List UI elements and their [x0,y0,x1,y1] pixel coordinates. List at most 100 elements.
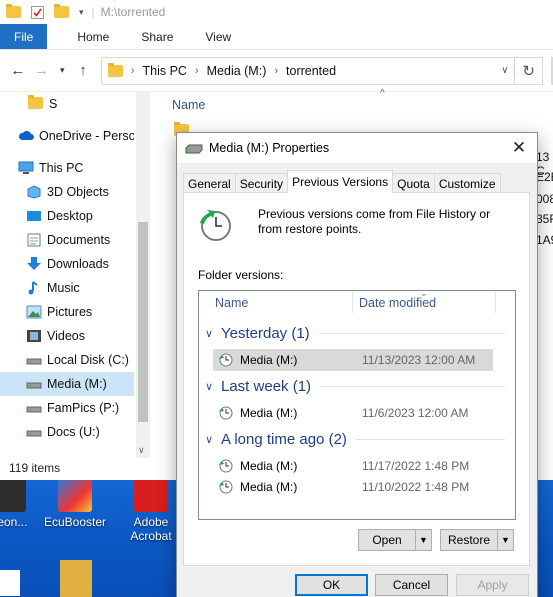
tab-general[interactable]: General [183,173,236,193]
dialog-title: Media (M:) Properties [209,141,330,155]
chevron-down-icon: ∨ [205,328,214,340]
ribbon-tabs: File Home Share View [0,24,553,50]
version-row[interactable]: Media (M:) 11/10/2022 1:48 PM [213,476,493,498]
apply-button[interactable]: Apply [456,574,529,596]
pictures-icon [26,305,42,319]
nav-item-videos[interactable]: Videos [0,324,134,348]
group-header-last-week[interactable]: ∨ Last week (1) [205,378,505,395]
chevron-down-icon: ∨ [205,434,214,446]
properties-dialog: Media (M:) Properties ✕ General Security… [176,132,538,597]
group-header-long-time-ago[interactable]: ∨ A long time ago (2) [205,431,505,448]
film-icon [26,329,42,343]
nav-item-onedrive[interactable]: OneDrive - Personal [0,124,134,148]
desktop-app-icon[interactable] [0,570,20,596]
group-header-yesterday[interactable]: ∨ Yesterday (1) [205,325,505,342]
previous-versions-panel: Previous versions come from File History… [183,192,530,566]
file-detail-text: 1A9 [536,233,553,247]
chevron-down-icon: ∨ [205,381,214,393]
nav-item-pictures[interactable]: Pictures [0,300,134,324]
nav-item-music[interactable]: Music [0,276,134,300]
address-dropdown-icon[interactable]: ∨ [496,65,515,76]
nav-item-local-disk-c[interactable]: Local Disk (C:) [0,348,134,372]
nav-item-desktop[interactable]: Desktop [0,204,134,228]
up-arrow-icon[interactable]: ↑ [71,62,95,79]
nav-item-documents[interactable]: Documents [0,228,134,252]
customize-quick-access-icon[interactable]: ▾ [79,7,84,18]
recent-locations-icon[interactable]: ▾ [53,65,71,76]
ok-button[interactable]: OK [295,574,368,596]
drive-icon [26,401,42,415]
dropdown-arrow-icon[interactable]: ▼ [415,530,431,550]
desktop-icon [26,209,42,223]
nav-item-media-m[interactable]: Media (M:) [0,372,134,396]
close-icon[interactable]: ✕ [501,138,537,158]
chevron-right-icon: › [130,64,135,77]
folder-versions-label: Folder versions: [198,268,284,282]
tab-home[interactable]: Home [61,24,125,49]
cloud-icon [18,129,34,143]
new-folder-icon[interactable] [54,4,69,18]
file-detail-text: E2BI [536,170,553,184]
breadcrumb-media[interactable]: Media (M:) [207,64,267,78]
breadcrumb-this-pc[interactable]: This PC [143,64,187,78]
breadcrumb-torrented[interactable]: torrented [286,64,336,78]
drive-restore-icon [218,480,234,494]
nav-item-downloads[interactable]: Downloads [0,252,134,276]
back-arrow-icon[interactable]: ← [6,62,30,79]
cube-icon [26,185,42,199]
description-text: Previous versions come from File History… [258,207,491,236]
desktop-folder-icon[interactable] [60,560,92,597]
open-button[interactable]: Open ▼ [358,529,432,551]
nav-item-this-pc[interactable]: This PC [0,156,134,180]
tab-view[interactable]: View [189,24,247,49]
tab-security[interactable]: Security [234,173,289,193]
tab-customize[interactable]: Customize [433,173,501,193]
sort-down-icon: ⌄ [420,288,428,298]
folder-icon [28,95,44,111]
drive-restore-icon [218,353,234,367]
scrollbar-thumb[interactable] [138,222,148,422]
sort-up-icon: ^ [380,88,385,99]
list-header: Name Date modified ⌄ [199,288,515,317]
nav-item-fampics-p[interactable]: FamPics (P:) [0,396,134,420]
desktop-icon-ecubooster[interactable]: EcuBooster [40,478,110,529]
desktop-icon-deon[interactable]: deon... [0,478,44,529]
acrobat-icon [134,478,168,512]
drive-icon [26,377,42,391]
column-header-name[interactable]: Name [215,296,248,310]
chevron-right-icon: › [194,64,199,77]
nav-item-docs-u[interactable]: Docs (U:) [0,420,134,444]
nav-scrollbar[interactable]: ∨ [136,92,150,458]
dialog-title-bar: Media (M:) Properties ✕ [177,133,537,163]
nav-item-3d-objects[interactable]: 3D Objects [0,180,134,204]
dropdown-arrow-icon[interactable]: ▼ [497,530,513,550]
versions-list[interactable]: Name Date modified ⌄ ∨ Yesterday (1) Med… [198,288,516,520]
tab-file[interactable]: File [0,24,48,49]
version-row[interactable]: Media (M:) 11/17/2022 1:48 PM [213,455,493,477]
restore-button[interactable]: Restore ▼ [440,529,514,551]
status-item-count: 119 items [9,461,61,475]
chevron-down-icon[interactable]: ∨ [138,445,145,456]
drive-icon [26,353,42,367]
tab-quota[interactable]: Quota [392,173,435,193]
computer-icon [18,161,34,175]
tab-share[interactable]: Share [125,24,189,49]
folder-icon [6,4,21,18]
restore-clock-icon [198,209,231,241]
version-row[interactable]: Media (M:) 11/13/2023 12:00 AM [213,349,493,371]
refresh-icon[interactable]: ↻ [515,56,544,85]
properties-check-icon[interactable] [31,5,44,19]
drive-icon [185,143,203,154]
navigation-pane: S OneDrive - Personal This PC 3D Objects… [0,92,150,458]
forward-arrow-icon[interactable]: → [30,62,54,79]
column-header-name[interactable]: Name [172,98,205,112]
cancel-button[interactable]: Cancel [375,574,448,596]
ecubooster-icon [58,478,92,512]
tab-previous-versions[interactable]: Previous Versions [287,170,394,193]
address-bar-row: ← → ▾ ↑ › This PC › Media (M:) › torrent… [0,50,553,92]
version-row[interactable]: Media (M:) 11/6/2023 12:00 AM [213,402,493,424]
music-note-icon [26,281,42,295]
address-bar[interactable]: › This PC › Media (M:) › torrented ∨ [100,56,516,85]
chevron-right-icon: › [274,64,279,77]
nav-item-s[interactable]: S [0,92,134,116]
